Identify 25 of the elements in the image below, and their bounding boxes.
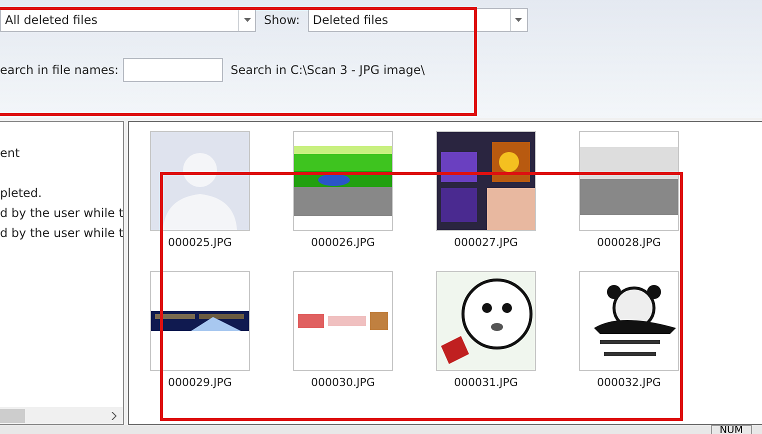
show-dropdown[interactable]: Deleted files bbox=[308, 8, 528, 32]
thumbnail[interactable] bbox=[579, 131, 679, 231]
search-label: earch in file names: bbox=[0, 63, 119, 77]
file-name: 000028.JPG bbox=[597, 236, 661, 249]
thumbnail[interactable] bbox=[293, 131, 393, 231]
horizontal-scrollbar[interactable] bbox=[0, 407, 123, 424]
search-field[interactable] bbox=[122, 58, 223, 82]
file-name: 000032.JPG bbox=[597, 376, 661, 389]
filter-dropdown[interactable]: All deleted files bbox=[0, 8, 256, 32]
file-name: 000030.JPG bbox=[311, 376, 375, 389]
file-name: 000029.JPG bbox=[168, 376, 232, 389]
thumbnail[interactable] bbox=[293, 271, 393, 371]
file-name: 000031.JPG bbox=[454, 376, 518, 389]
file-name: 000027.JPG bbox=[454, 236, 518, 249]
file-name: 000026.JPG bbox=[311, 236, 375, 249]
num-lock-indicator: NUM bbox=[710, 425, 752, 434]
log-line: pleted. bbox=[0, 186, 42, 202]
scroll-right-icon[interactable] bbox=[111, 412, 117, 420]
log-line: ent bbox=[0, 146, 20, 162]
search-path-text: Search in C:\Scan 3 - JPG image\ bbox=[230, 63, 425, 77]
file-name: 000025.JPG bbox=[168, 236, 232, 249]
log-line: d by the user while t bbox=[0, 226, 123, 242]
show-label: Show: bbox=[264, 13, 300, 27]
thumbnail[interactable] bbox=[150, 271, 250, 371]
log-line: d by the user while t bbox=[0, 206, 123, 222]
